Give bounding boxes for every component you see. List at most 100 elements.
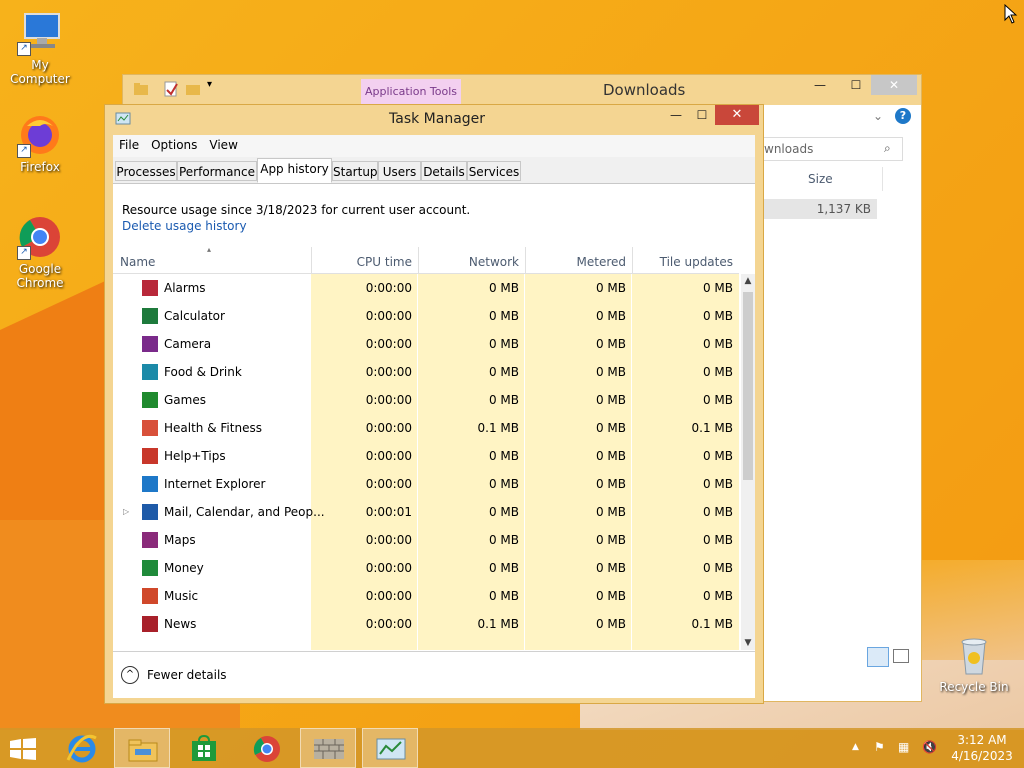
explorer-titlebar[interactable]: ▾ Application Tools Downloads — ☐ ✕ (123, 75, 921, 105)
maximize-button[interactable]: ☐ (843, 75, 869, 95)
minimize-button[interactable]: — (663, 105, 689, 125)
cell-cpu: 0:00:00 (365, 281, 412, 295)
folder-icon (133, 81, 149, 100)
tab-app-history[interactable]: App history (257, 158, 332, 183)
cell-metered: 0 MB (595, 393, 626, 407)
cell-network: 0 MB (488, 365, 519, 379)
file-row[interactable]: 1,137 KB (763, 199, 877, 219)
delete-usage-history-link[interactable]: Delete usage history (122, 219, 247, 233)
search-icon[interactable]: ⌕ (884, 141, 891, 156)
taskbar-task-manager[interactable] (362, 728, 418, 768)
search-box[interactable]: wnloads ⌕ (759, 137, 903, 161)
close-button[interactable]: ✕ (715, 105, 759, 125)
task-manager-title: Task Manager (389, 111, 486, 127)
ribbon-context-tab[interactable]: Application Tools (361, 79, 461, 105)
cell-tile: 0 MB (702, 533, 733, 547)
column-header-cpu-time[interactable]: CPU time (311, 247, 418, 273)
app-name: News (164, 617, 197, 631)
table-row[interactable]: Games 0:00:00 0 MB 0 MB 0 MB (113, 386, 739, 414)
cell-cpu: 0:00:00 (365, 393, 412, 407)
menu-options[interactable]: Options (145, 135, 203, 152)
flag-icon[interactable]: ⚑ (874, 740, 885, 754)
table-row[interactable]: Calculator 0:00:00 0 MB 0 MB 0 MB (113, 302, 739, 330)
app-history-table: Alarms 0:00:00 0 MB 0 MB 0 MB Calculator 0:00:… (113, 274, 739, 650)
table-row[interactable]: Help+Tips 0:00:00 0 MB 0 MB 0 MB (113, 442, 739, 470)
table-row[interactable]: ▷ Mail, Calendar, and Peop... 0:00:01 0 MB 0… (113, 498, 739, 526)
taskbar-firewall-app[interactable] (300, 728, 356, 768)
size-column-header[interactable]: Size (759, 167, 883, 191)
vertical-scrollbar[interactable]: ▲ ▼ (741, 274, 755, 650)
column-header-metered-network[interactable]: Metered network (525, 247, 632, 299)
footer: ^ Fewer details (113, 651, 755, 698)
tab-users[interactable]: Users (378, 161, 421, 181)
column-header-tile-updates[interactable]: Tile updates (632, 247, 739, 273)
table-row[interactable]: News 0:00:00 0.1 MB 0 MB 0.1 MB (113, 610, 739, 638)
help-icon[interactable]: ? (895, 108, 911, 124)
desktop-icon-recycle-bin[interactable]: Recycle Bin (934, 632, 1014, 694)
table-row[interactable]: Camera 0:00:00 0 MB 0 MB 0 MB (113, 330, 739, 358)
taskbar-store[interactable] (176, 728, 232, 768)
ribbon-collapse-icon[interactable]: ⌄ (873, 109, 883, 123)
start-button[interactable] (0, 728, 56, 768)
desktop-icon-my-computer[interactable]: ↗ My Computer (0, 10, 80, 86)
scroll-up-icon[interactable]: ▲ (741, 274, 755, 288)
table-row[interactable]: Internet Explorer 0:00:00 0 MB 0 MB 0 MB (113, 470, 739, 498)
task-manager-titlebar[interactable]: Task Manager — ☐ ✕ (105, 105, 763, 133)
table-row[interactable]: Money 0:00:00 0 MB 0 MB 0 MB (113, 554, 739, 582)
taskbar-file-explorer[interactable] (114, 728, 170, 768)
cell-tile: 0.1 MB (691, 617, 733, 631)
app-icon (142, 476, 158, 492)
cell-network: 0 MB (488, 533, 519, 547)
chrome-icon (253, 736, 280, 762)
properties-icon[interactable] (163, 81, 179, 100)
scrollbar-thumb[interactable] (743, 292, 753, 480)
column-header-network[interactable]: Network (418, 247, 525, 273)
fewer-details-button[interactable]: Fewer details (147, 668, 227, 682)
cell-metered: 0 MB (595, 477, 626, 491)
show-hidden-icons-icon[interactable]: ▲ (852, 742, 859, 752)
search-input[interactable]: wnloads (764, 142, 813, 156)
expand-row-icon[interactable]: ▷ (123, 498, 129, 526)
volume-muted-icon[interactable]: 🔇 (922, 740, 937, 754)
chevron-up-icon[interactable]: ^ (121, 666, 139, 684)
details-view-icon[interactable] (867, 647, 889, 667)
desktop-icon-chrome[interactable]: ↗ Google Chrome (0, 214, 80, 290)
computer-icon: ↗ (17, 10, 63, 56)
close-button[interactable]: ✕ (871, 75, 917, 95)
table-row[interactable]: Health & Fitness 0:00:00 0.1 MB 0 MB 0.1 MB (113, 414, 739, 442)
taskbar-chrome[interactable] (238, 728, 294, 768)
task-manager-window[interactable]: Task Manager — ☐ ✕ File Options View Proce… (104, 104, 764, 704)
table-row[interactable]: Alarms 0:00:00 0 MB 0 MB 0 MB (113, 274, 739, 302)
tab-details[interactable]: Details (421, 161, 467, 181)
task-manager-icon (115, 111, 131, 130)
tab-performance[interactable]: Performance (177, 161, 257, 181)
tab-services[interactable]: Services (467, 161, 521, 181)
large-icons-view-icon[interactable] (893, 649, 909, 663)
network-icon[interactable]: ▦ (898, 740, 909, 754)
cell-cpu: 0:00:00 (365, 365, 412, 379)
store-icon (192, 735, 216, 761)
app-icon (142, 448, 158, 464)
desktop-icon-firefox[interactable]: ↗ Firefox (0, 112, 80, 174)
menu-view[interactable]: View (203, 135, 243, 152)
taskbar-internet-explorer[interactable] (54, 728, 110, 768)
scroll-down-icon[interactable]: ▼ (741, 636, 755, 650)
table-row[interactable]: Music 0:00:00 0 MB 0 MB 0 MB (113, 582, 739, 610)
table-row[interactable]: Food & Drink 0:00:00 0 MB 0 MB 0 MB (113, 358, 739, 386)
tab-processes[interactable]: Processes (115, 161, 177, 181)
quick-access-dropdown-icon[interactable]: ▾ (207, 79, 212, 90)
tab-startup[interactable]: Startup (332, 161, 378, 181)
table-row[interactable]: Maps 0:00:00 0 MB 0 MB 0 MB (113, 526, 739, 554)
column-header-name[interactable]: Name (113, 247, 311, 273)
clock-date: 4/16/2023 (951, 749, 1013, 763)
resource-usage-text: Resource usage since 3/18/2023 for curre… (122, 203, 471, 217)
minimize-button[interactable]: — (807, 75, 833, 95)
cell-tile: 0.1 MB (691, 421, 733, 435)
maximize-button[interactable]: ☐ (689, 105, 715, 125)
cell-tile: 0 MB (702, 337, 733, 351)
new-folder-icon[interactable] (185, 81, 201, 100)
clock[interactable]: 3:12 AM 4/16/2023 (944, 732, 1020, 764)
app-name: Games (164, 393, 206, 407)
task-manager-content: File Options View Processes Performance Ap… (113, 135, 755, 698)
menu-file[interactable]: File (113, 135, 145, 152)
